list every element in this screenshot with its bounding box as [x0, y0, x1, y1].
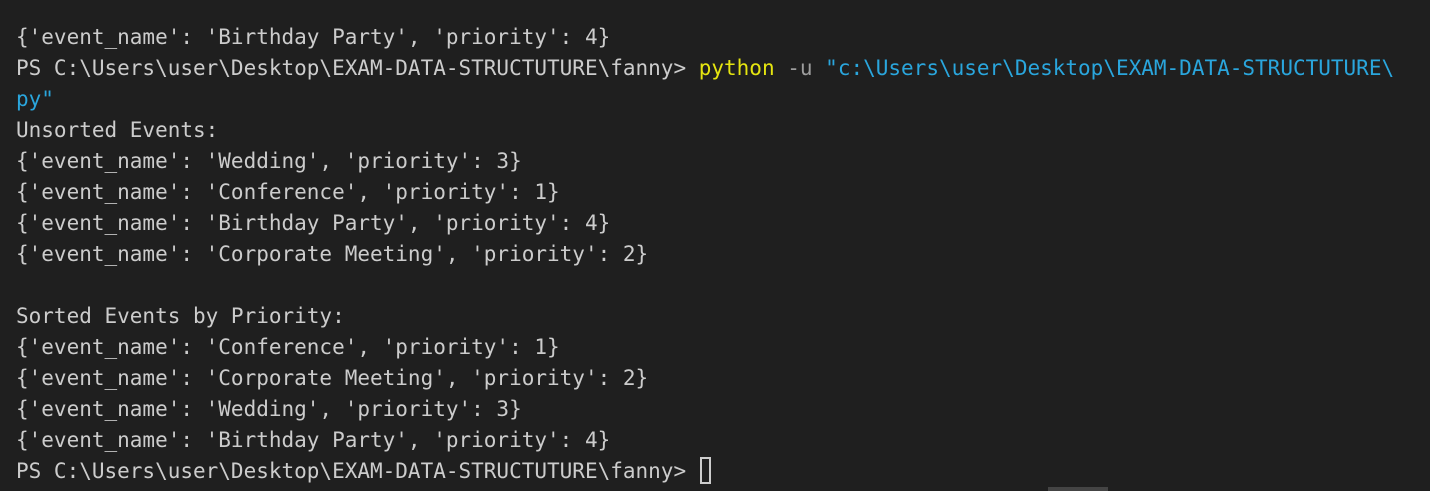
output-line: {'event_name': 'Corporate Meeting', 'pri… — [16, 242, 649, 266]
command-path-continuation: py" — [16, 87, 54, 111]
output-line: {'event_name': 'Wedding', 'priority': 3} — [16, 397, 522, 421]
prompt: PS C:\Users\user\Desktop\EXAM-DATA-STRUC… — [16, 56, 699, 80]
prompt: PS C:\Users\user\Desktop\EXAM-DATA-STRUC… — [16, 459, 699, 483]
command-flag: -u — [774, 56, 826, 80]
output-line: {'event_name': 'Corporate Meeting', 'pri… — [16, 366, 649, 390]
output-heading-sorted: Sorted Events by Priority: — [16, 304, 345, 328]
command-path: "c:\Users\user\Desktop\EXAM-DATA-STRUCTU… — [825, 56, 1395, 80]
output-line: {'event_name': 'Conference', 'priority':… — [16, 180, 560, 204]
text-cursor — [699, 457, 711, 484]
output-line: {'event_name': 'Wedding', 'priority': 3} — [16, 149, 522, 173]
command-line: PS C:\Users\user\Desktop\EXAM-DATA-STRUC… — [16, 53, 1430, 84]
input-line[interactable]: PS C:\Users\user\Desktop\EXAM-DATA-STRUC… — [16, 456, 1430, 487]
output-line: {'event_name': 'Conference', 'priority':… — [16, 335, 560, 359]
output-heading-unsorted: Unsorted Events: — [16, 118, 219, 142]
output-line: {'event_name': 'Birthday Party', 'priori… — [16, 25, 611, 49]
terminal-panel[interactable]: {'event_name': 'Birthday Party', 'priori… — [0, 0, 1430, 491]
command-name: python — [698, 56, 775, 80]
horizontal-scrollbar[interactable] — [1048, 487, 1108, 491]
output-line: {'event_name': 'Birthday Party', 'priori… — [16, 211, 611, 235]
output-line: {'event_name': 'Birthday Party', 'priori… — [16, 428, 611, 452]
